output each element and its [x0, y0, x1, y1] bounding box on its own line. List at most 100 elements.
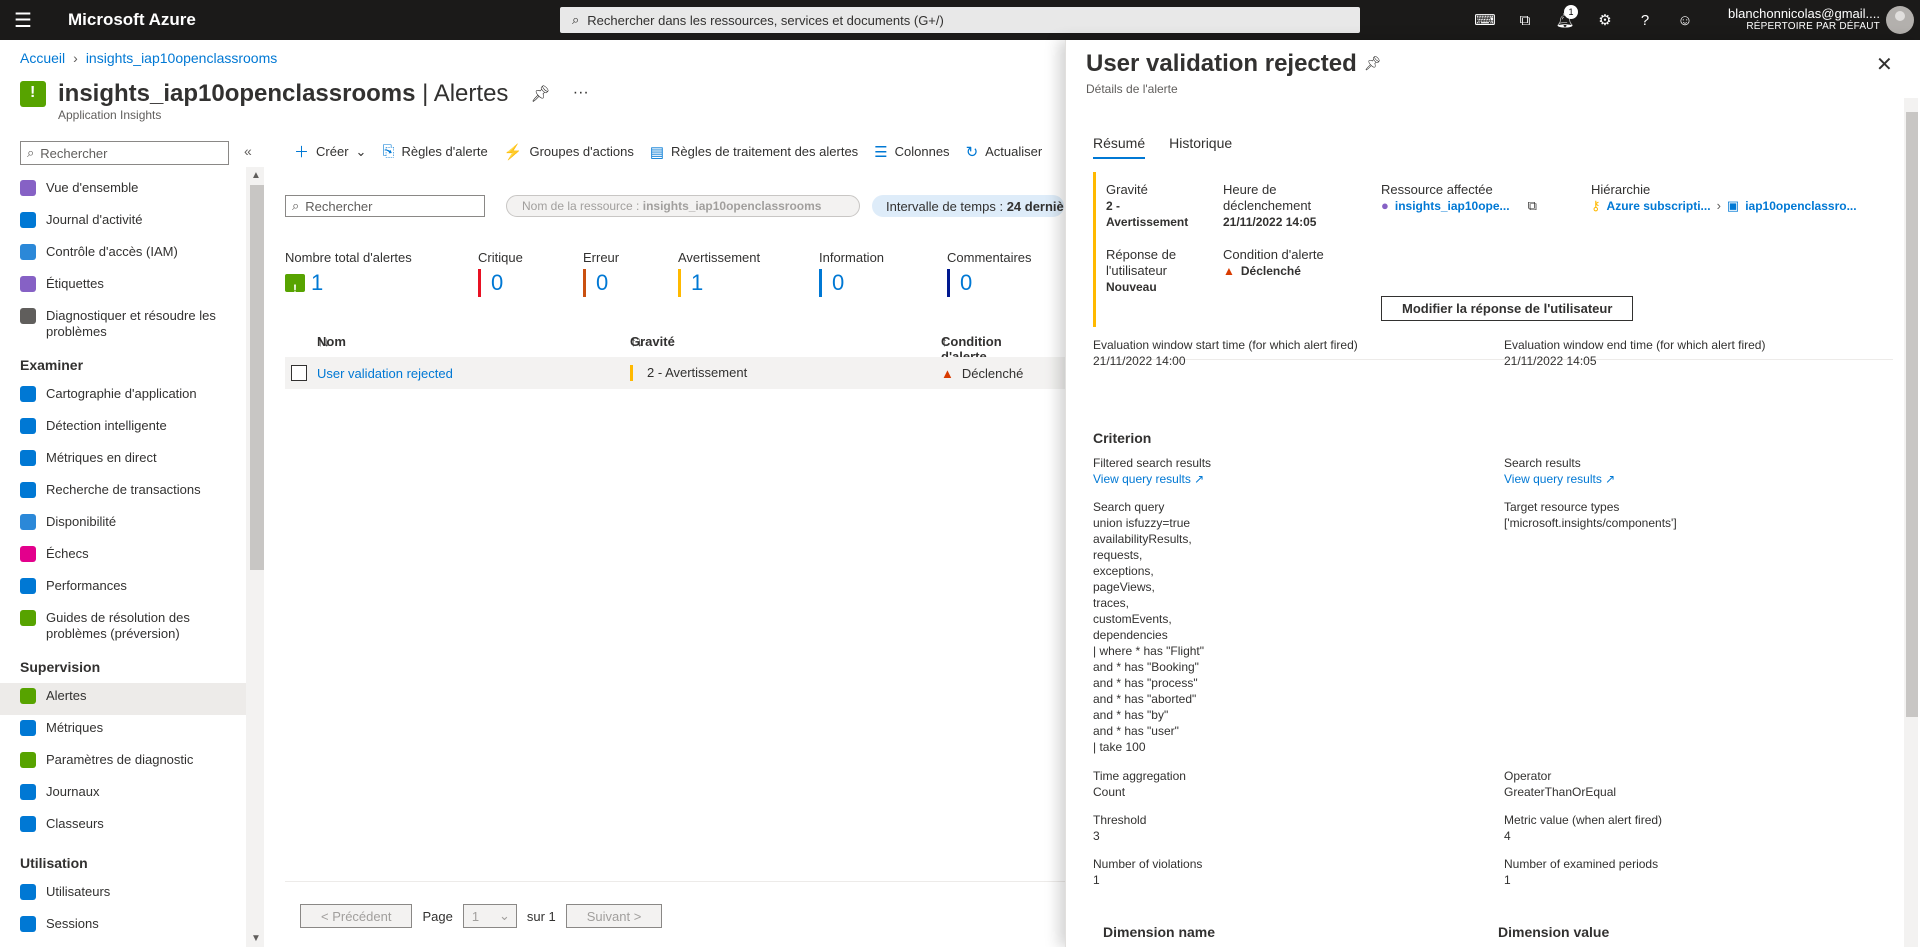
next-page-button[interactable]: Suivant >: [565, 904, 663, 928]
summary-error[interactable]: Erreur 0: [583, 250, 678, 297]
create-button[interactable]: ＋ Créer ⌄: [294, 141, 366, 162]
sidebar-item[interactable]: Recherche de transactions: [0, 477, 246, 509]
summary-critical-label: Critique: [478, 250, 523, 265]
row-severity: 2 - Avertissement: [630, 365, 747, 381]
sidebar-item[interactable]: Performances: [0, 573, 246, 605]
refresh-button[interactable]: ↻ Actualiser: [966, 141, 1043, 162]
time-range-filter-pill[interactable]: Intervalle de temps : 24 derniè: [872, 195, 1064, 217]
resource-filter-pill[interactable]: Nom de la ressource : insights_iap10open…: [506, 195, 860, 217]
collapse-menu-icon[interactable]: «: [244, 143, 252, 159]
sidebar-item[interactable]: Classeurs: [0, 811, 246, 843]
resource-filter-value: insights_iap10openclassrooms: [642, 199, 822, 213]
sidebar-item[interactable]: Contrôle d'accès (IAM): [0, 239, 246, 271]
time-filter-value: 24 derniè: [1006, 198, 1064, 214]
sidebar-item[interactable]: Échecs: [0, 541, 246, 573]
cloud-shell-icon[interactable]: ⌨: [1465, 0, 1505, 40]
summary-total[interactable]: Nombre total d'alertes 1: [285, 250, 478, 303]
subscription-key-icon: ⚷: [1591, 198, 1601, 213]
action-groups-button[interactable]: ⚡ Groupes d'actions: [504, 141, 634, 162]
help-icon[interactable]: ?: [1625, 0, 1665, 40]
modify-user-response-button[interactable]: Modifier la réponse de l'utilisateur: [1381, 296, 1634, 321]
search-results-link[interactable]: View query results ↗: [1504, 471, 1884, 487]
sidebar-item[interactable]: Diagnostiquer et résoudre les problèmes: [0, 303, 246, 345]
sidebar-item[interactable]: Journaux: [0, 779, 246, 811]
columns-button[interactable]: ☰ Colonnes: [874, 141, 949, 162]
pin-icon[interactable]: 📌︎: [1364, 55, 1382, 72]
settings-gear-icon[interactable]: ⚙: [1585, 0, 1625, 40]
resource-filter-label: Nom de la ressource :: [522, 199, 640, 213]
menu-item-icon: [20, 720, 36, 736]
tab-summary[interactable]: Résumé: [1093, 135, 1146, 159]
filtered-results-link-text: View query results: [1093, 472, 1191, 486]
pin-icon[interactable]: 📌︎: [530, 84, 550, 104]
alert-rules-button[interactable]: ⎘ Règles d'alerte: [382, 141, 487, 162]
sidebar-item-label: Métriques: [46, 720, 104, 735]
notifications-icon[interactable]: 🔔︎ 1: [1545, 0, 1585, 40]
summary-warning[interactable]: Avertissement 1: [678, 250, 819, 297]
sidebar-item[interactable]: Guides de résolution des problèmes (prév…: [0, 605, 246, 647]
menu-item-icon: [20, 514, 36, 530]
alerts-grid-header: Nom ↑↓ Gravité ↑↓ Condition d'alerte ↑: [285, 326, 1065, 364]
table-row[interactable]: User validation rejected 2 - Avertisseme…: [285, 357, 1065, 389]
summary-critical[interactable]: Critique 0: [478, 250, 583, 297]
close-icon[interactable]: ✕: [1876, 52, 1893, 77]
time-aggregation-value: Count: [1093, 785, 1126, 799]
menu-search-input[interactable]: ⌕ Rechercher: [20, 141, 229, 165]
filtered-results-link[interactable]: View query results ↗: [1093, 471, 1473, 487]
sidebar-item[interactable]: Métriques en direct: [0, 445, 246, 477]
external-link-icon: ↗: [1194, 472, 1205, 486]
menu-item-icon: [20, 276, 36, 292]
page-select[interactable]: 1 ⌄: [462, 904, 517, 928]
sidebar-item[interactable]: Disponibilité: [0, 509, 246, 541]
sidebar-item[interactable]: Métriques: [0, 715, 246, 747]
menu-scrollbar-thumb[interactable]: [250, 185, 264, 570]
previous-page-button[interactable]: < Précédent: [300, 904, 413, 928]
account-menu[interactable]: blanchonnicolas@gmail.... RÉPERTOIRE PAR…: [1700, 6, 1880, 32]
sidebar-item-label: Métriques en direct: [46, 450, 157, 465]
breadcrumb-home[interactable]: Accueil: [20, 50, 65, 66]
scroll-up-icon[interactable]: ▲: [251, 170, 261, 181]
summary-critical-value: 0: [478, 269, 583, 297]
feedback-icon[interactable]: ☺: [1665, 0, 1705, 40]
scroll-down-icon[interactable]: ▼: [251, 933, 261, 944]
processing-rules-button[interactable]: ▤ Règles de traitement des alertes: [650, 141, 858, 162]
alerts-search-input[interactable]: ⌕ Rechercher: [285, 195, 485, 217]
menu-item-icon: [20, 212, 36, 228]
top-icons: ⌨ ⧉ 🔔︎ 1 ⚙ ? ☺: [1465, 0, 1705, 40]
resource-group-link[interactable]: iap10openclassro...: [1745, 198, 1856, 214]
violations-label: Number of violations: [1093, 857, 1203, 871]
summary-warning-label: Avertissement: [678, 250, 761, 265]
subscription-link[interactable]: Azure subscripti...: [1607, 198, 1711, 214]
query-line: and * has "user": [1093, 724, 1179, 738]
sidebar-item[interactable]: Détection intelligente: [0, 413, 246, 445]
directory-filter-icon[interactable]: ⧉: [1505, 0, 1545, 40]
affected-resource-link[interactable]: insights_iap10ope...: [1395, 198, 1510, 214]
row-checkbox[interactable]: [291, 365, 307, 381]
global-search-input[interactable]: ⌕ Rechercher dans les ressources, servic…: [560, 7, 1360, 33]
menu-icon[interactable]: ☰: [0, 0, 46, 40]
sidebar-item[interactable]: Étiquettes: [0, 271, 246, 303]
tab-history[interactable]: Historique: [1169, 135, 1232, 159]
sidebar-item[interactable]: Utilisateurs: [0, 879, 246, 911]
summary-error-value: 0: [583, 269, 678, 297]
sidebar-item[interactable]: Paramètres de diagnostic: [0, 747, 246, 779]
sidebar-item-label: Étiquettes: [46, 276, 104, 291]
brand-title[interactable]: Microsoft Azure: [68, 10, 196, 30]
sidebar-item[interactable]: Cartographie d'application: [0, 381, 246, 413]
more-icon[interactable]: ···: [573, 84, 589, 104]
panel-scrollbar-thumb[interactable]: [1906, 112, 1918, 717]
pagination: < Précédent Page 1 ⌄ sur 1 Suivant >: [300, 904, 663, 928]
summary-information[interactable]: Information 0: [819, 250, 947, 297]
create-label: Créer: [316, 144, 349, 159]
sidebar-item[interactable]: Journal d'activité: [0, 207, 246, 239]
avatar[interactable]: [1886, 6, 1914, 34]
sidebar-item[interactable]: Alertes: [0, 683, 246, 715]
summary-verbose[interactable]: Commentaires 0: [947, 250, 1057, 297]
sidebar-item[interactable]: Vue d'ensemble: [0, 175, 246, 207]
page-title-suffix: | Alertes: [422, 80, 509, 107]
breadcrumb-resource[interactable]: insights_iap10openclassrooms: [86, 50, 277, 66]
page-subtitle: Application Insights: [58, 108, 162, 122]
copy-icon[interactable]: ⧉: [1528, 198, 1537, 214]
sidebar-item[interactable]: Sessions: [0, 911, 246, 943]
alert-name-link[interactable]: User validation rejected: [317, 366, 453, 381]
